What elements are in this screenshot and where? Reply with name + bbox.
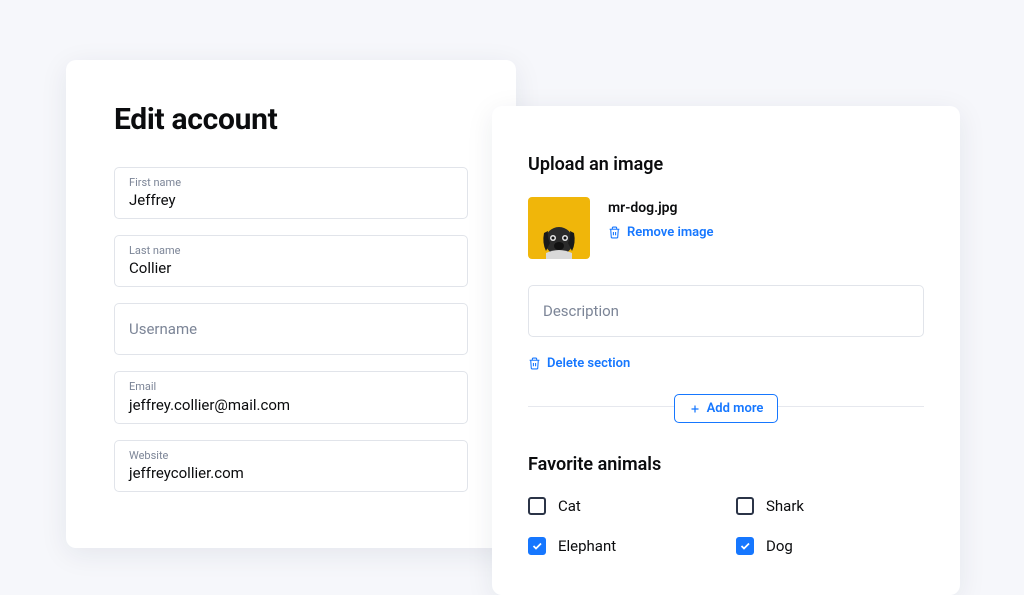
check-icon xyxy=(531,540,543,552)
page-title: Edit account xyxy=(114,102,468,137)
checkbox-box[interactable] xyxy=(736,497,754,515)
remove-image-button[interactable]: Remove image xyxy=(608,225,714,240)
last-name-value: Collier xyxy=(129,259,453,277)
dog-image-icon xyxy=(536,213,582,259)
checkbox-box[interactable] xyxy=(528,497,546,515)
upload-row: mr-dog.jpg Remove image xyxy=(528,197,924,259)
edit-account-card: Edit account First name Jeffrey Last nam… xyxy=(66,60,516,548)
image-thumbnail[interactable] xyxy=(528,197,590,259)
checkbox-label: Shark xyxy=(766,497,804,515)
upload-card: Upload an image mr-dog.jpg Remove im xyxy=(492,106,960,595)
username-field[interactable]: Username xyxy=(114,303,468,355)
check-icon xyxy=(739,540,751,552)
remove-image-label: Remove image xyxy=(627,225,714,240)
checkbox-dog: Dog xyxy=(736,537,924,555)
file-meta: mr-dog.jpg Remove image xyxy=(608,197,714,243)
upload-title: Upload an image xyxy=(528,154,924,175)
email-field[interactable]: Email jeffrey.collier@mail.com xyxy=(114,371,468,423)
last-name-field[interactable]: Last name Collier xyxy=(114,235,468,287)
add-more-row: Add more xyxy=(528,394,924,418)
first-name-field[interactable]: First name Jeffrey xyxy=(114,167,468,219)
checkbox-label: Elephant xyxy=(558,537,616,555)
file-name: mr-dog.jpg xyxy=(608,200,714,216)
add-more-button[interactable]: Add more xyxy=(674,394,779,423)
username-placeholder: Username xyxy=(129,320,453,338)
email-value: jeffrey.collier@mail.com xyxy=(129,396,453,414)
website-label: Website xyxy=(129,449,453,462)
last-name-label: Last name xyxy=(129,244,453,257)
trash-icon xyxy=(608,226,621,239)
checkbox-cat: Cat xyxy=(528,497,716,515)
checkbox-box[interactable] xyxy=(528,537,546,555)
website-field[interactable]: Website jeffreycollier.com xyxy=(114,440,468,492)
checkbox-shark: Shark xyxy=(736,497,924,515)
add-more-label: Add more xyxy=(707,401,764,416)
first-name-value: Jeffrey xyxy=(129,191,453,209)
first-name-label: First name xyxy=(129,176,453,189)
trash-icon xyxy=(528,357,541,370)
favorites-title: Favorite animals xyxy=(528,454,924,475)
website-value: jeffreycollier.com xyxy=(129,464,453,482)
delete-section-label: Delete section xyxy=(547,356,630,371)
plus-icon xyxy=(689,403,701,415)
description-placeholder: Description xyxy=(543,302,909,320)
description-field[interactable]: Description xyxy=(528,285,924,337)
checkbox-box[interactable] xyxy=(736,537,754,555)
checkbox-elephant: Elephant xyxy=(528,537,716,555)
delete-section-button[interactable]: Delete section xyxy=(528,356,630,371)
email-label: Email xyxy=(129,380,453,393)
checkbox-label: Dog xyxy=(766,537,793,555)
favorites-list: Cat Shark Elephant Dog xyxy=(528,497,924,555)
checkbox-label: Cat xyxy=(558,497,581,515)
